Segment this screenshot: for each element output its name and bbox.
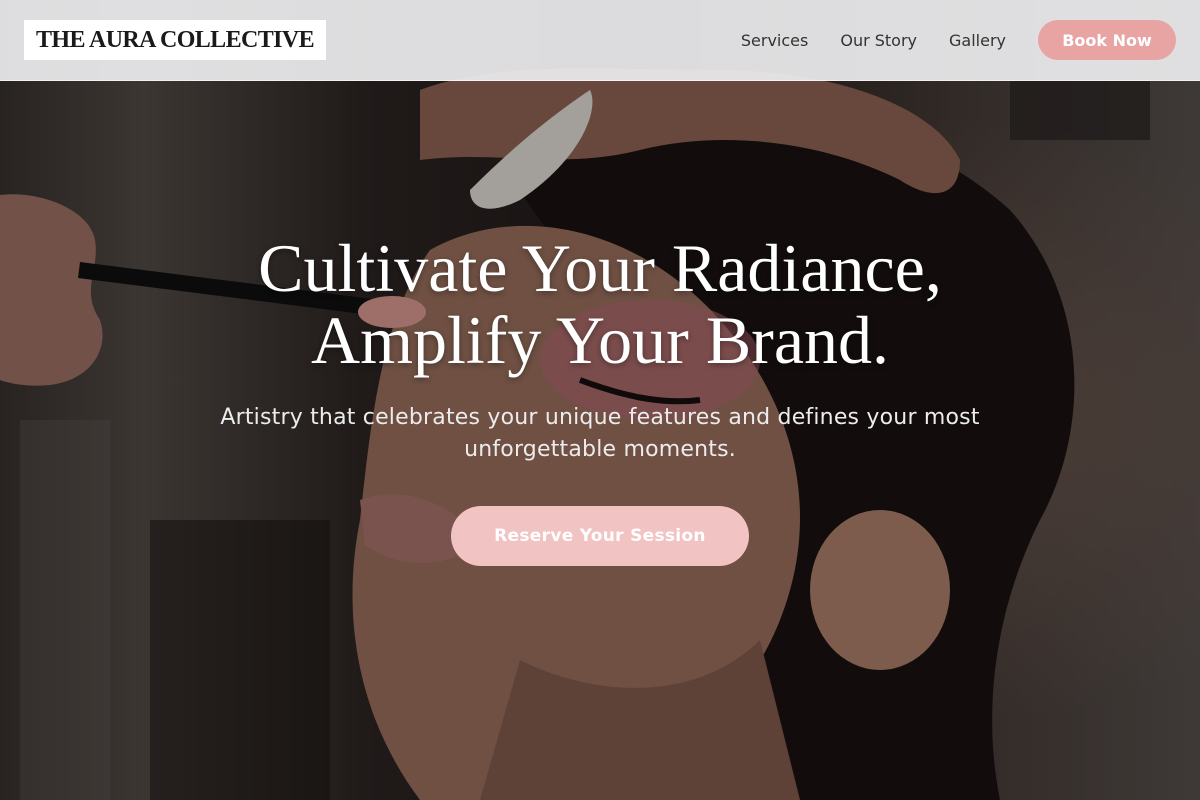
hero-subheadline: Artistry that celebrates your unique fea…	[220, 405, 980, 462]
hero-headline: Cultivate Your Radiance, Amplify Your Br…	[0, 232, 1200, 376]
brand-logo[interactable]: THE AURA COLLECTIVE	[24, 20, 327, 60]
hero-headline-line-1: Cultivate Your Radiance,	[258, 230, 942, 306]
reserve-session-button[interactable]: Reserve Your Session	[451, 506, 749, 566]
book-now-button[interactable]: Book Now	[1038, 20, 1176, 60]
hero-content: Cultivate Your Radiance, Amplify Your Br…	[0, 232, 1200, 566]
nav-link-our-story[interactable]: Our Story	[840, 31, 917, 50]
nav-link-gallery[interactable]: Gallery	[949, 31, 1006, 50]
top-navbar: THE AURA COLLECTIVE Services Our Story G…	[0, 0, 1200, 81]
nav-links: Services Our Story Gallery Book Now	[741, 20, 1176, 60]
hero-headline-line-2: Amplify Your Brand.	[310, 302, 890, 378]
nav-link-services[interactable]: Services	[741, 31, 808, 50]
